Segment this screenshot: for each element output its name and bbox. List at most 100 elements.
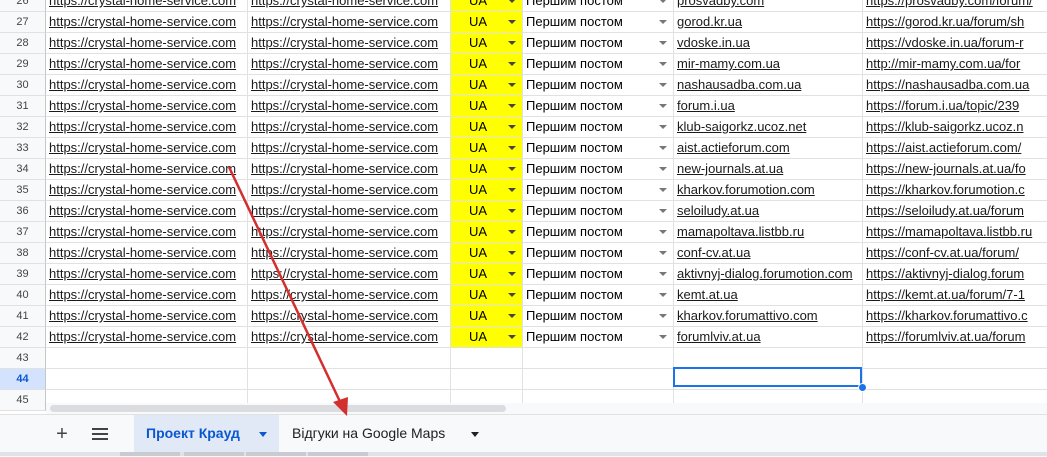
cell-url-b[interactable]: https://crystal-home-service.com xyxy=(248,327,451,348)
selected-cell-e44[interactable] xyxy=(673,367,862,387)
cell-domain[interactable]: prosvadby.com xyxy=(674,0,863,12)
dropdown-arrow-icon[interactable] xyxy=(508,293,516,297)
cell-forum-url[interactable]: https://vdoske.in.ua/forum-r xyxy=(863,33,1047,54)
row-header[interactable]: 40 xyxy=(0,285,46,306)
cell-url-b[interactable]: https://crystal-home-service.com xyxy=(248,117,451,138)
cell-language[interactable] xyxy=(451,348,523,369)
cell-forum-url[interactable]: https://mamapoltava.listbb.ru xyxy=(863,222,1047,243)
row-header[interactable]: 26 xyxy=(0,0,46,12)
cell-language[interactable]: UA xyxy=(451,0,523,12)
cell-language[interactable]: UA xyxy=(451,159,523,180)
cell-url-a[interactable]: https://crystal-home-service.com xyxy=(46,222,248,243)
cell-language[interactable]: UA xyxy=(451,264,523,285)
cell-forum-url[interactable]: https://kharkov.forumotion.c xyxy=(863,180,1047,201)
cell-domain[interactable]: gorod.kr.ua xyxy=(674,12,863,33)
all-sheets-menu-icon[interactable] xyxy=(92,428,108,440)
cell-post-type[interactable]: Першим постом xyxy=(523,264,674,285)
cell-url-a[interactable]: https://crystal-home-service.com xyxy=(46,264,248,285)
cell-language[interactable]: UA xyxy=(451,117,523,138)
cell-post-type[interactable]: Першим постом xyxy=(523,12,674,33)
cell-url-a[interactable]: https://crystal-home-service.com xyxy=(46,96,248,117)
cell-url-a[interactable]: https://crystal-home-service.com xyxy=(46,285,248,306)
cell-url-a[interactable]: https://crystal-home-service.com xyxy=(46,201,248,222)
cell-post-type[interactable]: Першим постом xyxy=(523,159,674,180)
cell-domain[interactable]: forum.i.ua xyxy=(674,96,863,117)
cell-domain[interactable]: vdoske.in.ua xyxy=(674,33,863,54)
dropdown-arrow-icon[interactable] xyxy=(659,146,667,150)
row-header[interactable]: 35 xyxy=(0,180,46,201)
cell-url-b[interactable]: https://crystal-home-service.com xyxy=(248,0,451,12)
cell-url-a[interactable]: https://crystal-home-service.com xyxy=(46,327,248,348)
row-header[interactable]: 28 xyxy=(0,33,46,54)
cell-language[interactable]: UA xyxy=(451,222,523,243)
cell-post-type[interactable]: Першим постом xyxy=(523,243,674,264)
cell-forum-url[interactable]: https://seloiludy.at.ua/forum xyxy=(863,201,1047,222)
cell-url-b[interactable]: https://crystal-home-service.com xyxy=(248,96,451,117)
dropdown-arrow-icon[interactable] xyxy=(659,20,667,24)
cell-url-b[interactable]: https://crystal-home-service.com xyxy=(248,222,451,243)
cell-post-type[interactable]: Першим постом xyxy=(523,201,674,222)
cell-domain[interactable]: conf-cv.at.ua xyxy=(674,243,863,264)
row-header[interactable]: 32 xyxy=(0,117,46,138)
cell-url-a[interactable]: https://crystal-home-service.com xyxy=(46,75,248,96)
cell-language[interactable]: UA xyxy=(451,201,523,222)
taskbar-item[interactable] xyxy=(246,452,306,456)
dropdown-arrow-icon[interactable] xyxy=(508,0,516,3)
row-header[interactable]: 38 xyxy=(0,243,46,264)
dropdown-arrow-icon[interactable] xyxy=(508,146,516,150)
cell-forum-url[interactable]: https://conf-cv.at.ua/forum/ xyxy=(863,243,1047,264)
cell-forum-url[interactable]: https://aist.actieforum.com/ xyxy=(863,138,1047,159)
cell-url-b[interactable]: https://crystal-home-service.com xyxy=(248,54,451,75)
dropdown-arrow-icon[interactable] xyxy=(659,41,667,45)
cell-domain[interactable]: forumlviv.at.ua xyxy=(674,327,863,348)
cell-url-b[interactable]: https://crystal-home-service.com xyxy=(248,75,451,96)
row-header[interactable]: 45 xyxy=(0,390,46,411)
cell-language[interactable]: UA xyxy=(451,306,523,327)
dropdown-arrow-icon[interactable] xyxy=(508,41,516,45)
dropdown-arrow-icon[interactable] xyxy=(659,83,667,87)
cell-language[interactable]: UA xyxy=(451,243,523,264)
dropdown-arrow-icon[interactable] xyxy=(659,125,667,129)
row-header[interactable]: 31 xyxy=(0,96,46,117)
cell-language[interactable]: UA xyxy=(451,96,523,117)
cell-url-a[interactable]: https://crystal-home-service.com xyxy=(46,159,248,180)
fill-handle[interactable] xyxy=(858,383,867,392)
row-header[interactable]: 33 xyxy=(0,138,46,159)
cell-url-a[interactable]: https://crystal-home-service.com xyxy=(46,243,248,264)
dropdown-arrow-icon[interactable] xyxy=(508,209,516,213)
dropdown-arrow-icon[interactable] xyxy=(508,230,516,234)
taskbar-item[interactable] xyxy=(184,452,244,456)
cell-post-type[interactable]: Першим постом xyxy=(523,75,674,96)
cell-post-type[interactable]: Першим постом xyxy=(523,285,674,306)
row-header[interactable]: 36 xyxy=(0,201,46,222)
cell-url-b[interactable]: https://crystal-home-service.com xyxy=(248,138,451,159)
dropdown-arrow-icon[interactable] xyxy=(508,83,516,87)
dropdown-arrow-icon[interactable] xyxy=(659,272,667,276)
cell-language[interactable]: UA xyxy=(451,54,523,75)
cell-url-a[interactable]: https://crystal-home-service.com xyxy=(46,33,248,54)
cell-url-a[interactable]: https://crystal-home-service.com xyxy=(46,12,248,33)
cell-domain[interactable]: mir-mamy.com.ua xyxy=(674,54,863,75)
cell-forum-url[interactable]: https://forumlviv.at.ua/forum xyxy=(863,327,1047,348)
dropdown-arrow-icon[interactable] xyxy=(508,251,516,255)
add-sheet-button[interactable]: + xyxy=(52,422,72,446)
cell-post-type[interactable]: Першим постом xyxy=(523,327,674,348)
cell-language[interactable]: UA xyxy=(451,75,523,96)
taskbar-item[interactable] xyxy=(308,452,368,456)
cell-forum-url[interactable]: https://kemt.at.ua/forum/7-1 xyxy=(863,285,1047,306)
cell-post-type[interactable]: Першим постом xyxy=(523,180,674,201)
cell-domain[interactable]: new-journals.at.ua xyxy=(674,159,863,180)
cell-post-type[interactable]: Першим постом xyxy=(523,54,674,75)
cell-url-b[interactable]: https://crystal-home-service.com xyxy=(248,159,451,180)
row-header[interactable]: 42 xyxy=(0,327,46,348)
dropdown-arrow-icon[interactable] xyxy=(508,167,516,171)
cell-language[interactable]: UA xyxy=(451,285,523,306)
dropdown-arrow-icon[interactable] xyxy=(659,251,667,255)
cell-domain[interactable] xyxy=(674,348,863,369)
cell-url-b[interactable] xyxy=(248,348,451,369)
cell-url-b[interactable]: https://crystal-home-service.com xyxy=(248,285,451,306)
dropdown-arrow-icon[interactable] xyxy=(659,0,667,3)
dropdown-arrow-icon[interactable] xyxy=(659,314,667,318)
dropdown-arrow-icon[interactable] xyxy=(508,314,516,318)
cell-language[interactable]: UA xyxy=(451,138,523,159)
